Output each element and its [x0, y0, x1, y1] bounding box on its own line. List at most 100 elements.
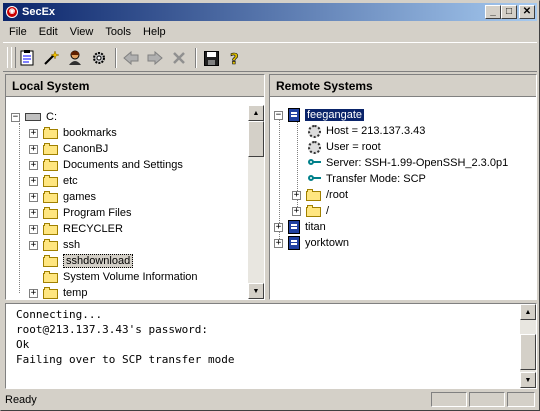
local-system-header: Local System	[6, 75, 264, 97]
tree-label: C:	[46, 111, 57, 123]
folder-icon	[43, 191, 59, 203]
status-bar: Ready	[3, 391, 537, 409]
expand-icon[interactable]: +	[292, 206, 301, 216]
host-label-selected: feegangate	[305, 109, 365, 121]
toolbar-grip-2[interactable]	[11, 47, 16, 68]
open-folder-icon	[43, 255, 59, 267]
tree-item-documents[interactable]: + Documents and Settings	[29, 157, 183, 173]
remote-host-yorktown[interactable]: + yorktown	[274, 235, 349, 251]
stop-x-icon[interactable]	[169, 48, 189, 68]
expand-icon[interactable]: +	[29, 288, 38, 298]
expand-icon[interactable]: +	[292, 190, 301, 200]
collapse-icon[interactable]: −	[274, 110, 283, 120]
tree-item-bookmarks[interactable]: + bookmarks	[29, 125, 117, 141]
tree-item-games[interactable]: + games	[29, 189, 96, 205]
remote-folder-slash[interactable]: + /	[292, 203, 329, 219]
remote-detail-user[interactable]: User = root	[308, 139, 381, 155]
svg-text:?: ?	[230, 50, 239, 66]
host-label: titan	[305, 221, 326, 233]
status-panel	[469, 392, 505, 407]
scroll-down-button[interactable]: ▼	[520, 372, 536, 388]
status-panel	[431, 392, 467, 407]
expand-icon[interactable]: +	[29, 128, 38, 138]
tree-root-c[interactable]: − C:	[11, 109, 57, 125]
app-window: ◉ SecEx _ □ ✕ File Edit View Tools Help	[0, 0, 540, 411]
gear-icon[interactable]	[89, 48, 109, 68]
tree-item-sshdownload[interactable]: sshdownload	[43, 253, 134, 269]
remote-host-titan[interactable]: + titan	[274, 219, 326, 235]
forward-arrow-icon[interactable]	[145, 48, 165, 68]
remote-folder-root[interactable]: + /root	[292, 187, 348, 203]
tree-item-canonbj[interactable]: + CanonBJ	[29, 141, 108, 157]
window-title: SecEx	[22, 6, 56, 18]
maximize-button[interactable]: □	[501, 5, 517, 19]
remote-host-feegangate[interactable]: − feegangate	[274, 107, 365, 123]
key-icon	[308, 173, 322, 185]
expand-icon[interactable]: +	[274, 238, 283, 248]
expand-icon[interactable]: +	[29, 208, 38, 218]
remote-detail-server[interactable]: Server: SSH-1.99-OpenSSH_2.3.0p1	[308, 155, 508, 171]
scroll-thumb[interactable]	[520, 334, 536, 370]
expand-icon[interactable]: +	[29, 240, 38, 250]
collapse-icon[interactable]: −	[11, 112, 20, 122]
tree-item-recycler[interactable]: + RECYCLER	[29, 221, 123, 237]
tree-label-selected: sshdownload	[63, 254, 134, 268]
close-button[interactable]: ✕	[519, 5, 535, 19]
minimize-button[interactable]: _	[485, 5, 501, 19]
help-icon[interactable]: ?	[225, 48, 245, 68]
tree-label: bookmarks	[63, 127, 117, 139]
server-icon	[288, 236, 300, 250]
tree-item-system-volume[interactable]: System Volume Information	[43, 269, 198, 285]
window-controls: _ □ ✕	[485, 5, 535, 19]
menu-help[interactable]: Help	[137, 26, 172, 38]
menu-tools[interactable]: Tools	[99, 26, 137, 38]
folder-icon	[306, 205, 322, 217]
app-icon[interactable]: ◉	[6, 6, 18, 18]
console-output[interactable]: Connecting... root@213.137.3.43's passwo…	[5, 303, 537, 389]
folder-icon	[43, 239, 59, 251]
expand-icon[interactable]: +	[29, 192, 38, 202]
scroll-up-button[interactable]: ▲	[248, 105, 264, 121]
size-grip[interactable]	[507, 392, 535, 407]
scroll-down-button[interactable]: ▼	[248, 283, 264, 299]
folder-icon	[43, 207, 59, 219]
scroll-up-button[interactable]: ▲	[520, 304, 536, 320]
user-icon[interactable]	[65, 48, 85, 68]
console-line: root@213.137.3.43's password:	[16, 323, 209, 336]
local-system-pane: Local System − C: + bookmarks + CanonBJ …	[5, 74, 265, 300]
folder-icon	[43, 271, 59, 283]
detail-label: User = root	[326, 141, 381, 153]
console-line: Ok	[16, 338, 30, 351]
remote-detail-host[interactable]: Host = 213.137.3.43	[308, 123, 425, 139]
tree-item-program-files[interactable]: + Program Files	[29, 205, 131, 221]
tree-label: ssh	[63, 239, 81, 251]
scroll-thumb[interactable]	[248, 121, 264, 157]
tree-label: Program Files	[63, 207, 132, 219]
status-text: Ready	[5, 394, 37, 406]
expand-icon[interactable]: +	[29, 224, 38, 234]
menu-view[interactable]: View	[64, 26, 100, 38]
clipboard-icon[interactable]	[17, 48, 37, 68]
expand-icon[interactable]: +	[29, 176, 38, 186]
tree-item-temp[interactable]: + temp	[29, 285, 87, 299]
menu-edit[interactable]: Edit	[33, 26, 64, 38]
menu-file[interactable]: File	[3, 26, 33, 38]
tree-label: games	[63, 191, 97, 203]
expand-icon[interactable]: +	[29, 144, 38, 154]
title-bar[interactable]: ◉ SecEx _ □ ✕	[3, 3, 537, 21]
expand-icon[interactable]: +	[29, 160, 38, 170]
tree-item-etc[interactable]: + etc	[29, 173, 78, 189]
tree-item-ssh[interactable]: + ssh	[29, 237, 80, 253]
wand-icon[interactable]	[41, 48, 61, 68]
remote-detail-transfer-mode[interactable]: Transfer Mode: SCP	[308, 171, 426, 187]
console-vertical-scrollbar[interactable]: ▲ ▼	[520, 304, 536, 388]
save-disk-icon[interactable]	[201, 48, 221, 68]
detail-label: Transfer Mode: SCP	[326, 173, 426, 185]
server-icon	[288, 108, 300, 122]
local-vertical-scrollbar[interactable]: ▲ ▼	[248, 105, 264, 299]
folder-icon	[43, 287, 59, 299]
back-arrow-icon[interactable]	[121, 48, 141, 68]
tree-label: CanonBJ	[63, 143, 109, 155]
remote-systems-header: Remote Systems	[270, 75, 536, 97]
expand-icon[interactable]: +	[274, 222, 283, 232]
